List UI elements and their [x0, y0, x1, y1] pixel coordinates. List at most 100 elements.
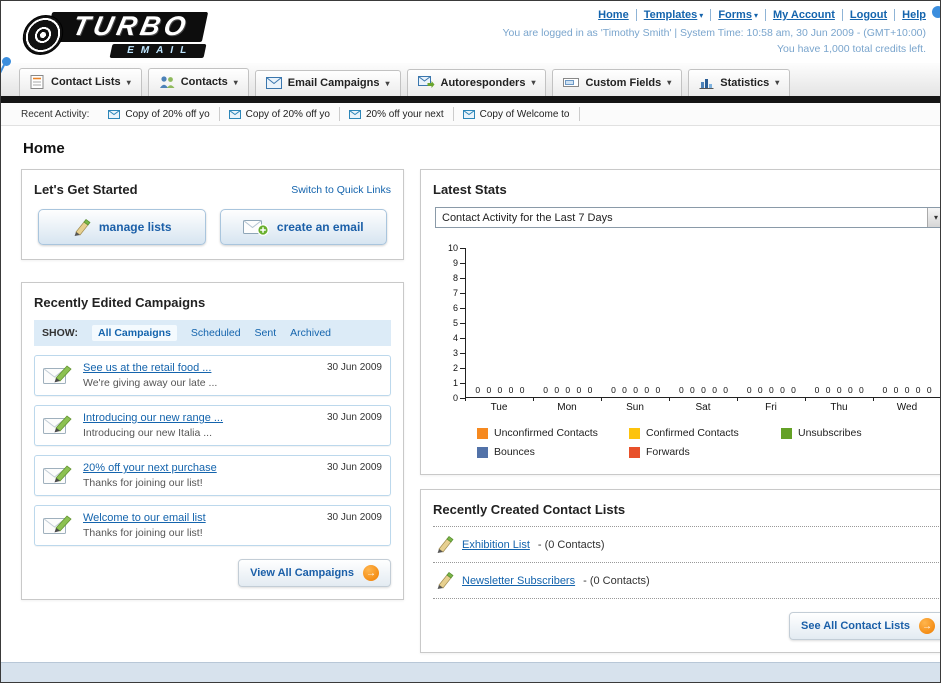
chart-plot-area: 0 0 0 0 0 0 0 0 0 0 0 0 0 0 0 0 0 0 0 0 0 0 …	[465, 248, 940, 398]
nav-item-templates: Templates ▾	[636, 9, 712, 21]
mail-small-icon	[462, 109, 475, 119]
envelope-plus-icon	[242, 219, 269, 236]
arrow-right-icon: →	[919, 618, 935, 634]
contact-list-link[interactable]: Exhibition List	[462, 539, 530, 551]
campaign-row[interactable]: 20% off your next purchase Thanks for joi…	[34, 455, 391, 496]
campaign-subtitle: Introducing our new Italia ...	[83, 427, 212, 439]
legend-item-forwards: Forwards	[629, 446, 781, 458]
create-email-button[interactable]: create an email	[219, 209, 387, 245]
recent-activity-item[interactable]: Copy of 20% off yo	[99, 107, 220, 121]
mail-small-icon	[108, 109, 121, 119]
campaigns-panel: Recently Edited Campaigns SHOW: All Camp…	[21, 282, 404, 600]
turbo-email-logo[interactable]: TURBO EMAIL	[20, 6, 209, 63]
right-column: Latest Stats Contact Activity for the La…	[420, 169, 940, 653]
campaign-text: Introducing our new range ... Introducing…	[83, 412, 313, 439]
campaigns-title: Recently Edited Campaigns	[34, 295, 206, 310]
nav-item-help: Help	[895, 9, 926, 21]
campaign-list: See us at the retail food ... We're givin…	[34, 355, 391, 546]
campaign-title-link[interactable]: See us at the retail food ...	[83, 362, 313, 374]
left-column: Let's Get Started Switch to Quick Links …	[21, 169, 404, 600]
campaign-row[interactable]: Introducing our new range ... Introducing…	[34, 405, 391, 446]
view-all-campaigns-label: View All Campaigns	[250, 567, 354, 579]
recent-activity-item-label: Copy of 20% off yo	[125, 108, 210, 120]
chart-value-labels: 0 0 0 0 0	[882, 385, 932, 395]
header-right: Home Templates ▾ Forms ▾ My Account Logout Help…	[502, 6, 926, 63]
tab-label: Statistics	[720, 76, 770, 89]
pencil-icon	[435, 536, 454, 553]
view-all-campaigns-button[interactable]: View All Campaigns →	[238, 559, 391, 587]
tab-statistics[interactable]: Statistics ▾	[688, 69, 791, 96]
autoresponders-icon	[417, 76, 435, 89]
campaign-filter-bar: SHOW: All Campaigns Scheduled Sent Archived	[34, 320, 391, 346]
recent-activity-item[interactable]: Copy of Welcome to	[454, 107, 580, 121]
create-email-label: create an email	[276, 220, 364, 234]
x-tick-mark	[737, 398, 738, 401]
chevron-down-icon[interactable]: ▾	[927, 208, 940, 227]
nav-link-templates[interactable]: Templates	[644, 9, 698, 21]
nav-link-help[interactable]: Help	[902, 9, 926, 21]
campaign-row[interactable]: Welcome to our email list Thanks for join…	[34, 505, 391, 546]
arrow-glyph: →	[922, 620, 932, 632]
see-all-contact-lists-button[interactable]: See All Contact Lists →	[788, 612, 940, 640]
nav-link-logout[interactable]: Logout	[850, 9, 887, 21]
campaign-date: 30 Jun 2009	[326, 412, 382, 423]
contact-list-link[interactable]: Newsletter Subscribers	[462, 575, 575, 587]
nav-item-forms: Forms ▾	[711, 9, 766, 21]
filter-all-campaigns[interactable]: All Campaigns	[91, 325, 177, 341]
x-axis-label: Fri	[765, 402, 777, 413]
filter-archived[interactable]: Archived	[290, 327, 331, 339]
x-axis-label: Sun	[626, 402, 644, 413]
filter-sent[interactable]: Sent	[255, 327, 277, 339]
campaign-title-link[interactable]: Introducing our new range ...	[83, 412, 313, 424]
credits-status: You have 1,000 total credits left.	[776, 43, 926, 56]
legend-swatch	[629, 446, 640, 458]
campaign-title-link[interactable]: 20% off your next purchase	[83, 462, 313, 474]
tab-contact-lists[interactable]: Contact Lists ▾	[19, 68, 142, 96]
recent-activity-item[interactable]: Copy of 20% off yo	[220, 107, 340, 121]
chart-bar-group: 0 0 0 0 0	[873, 248, 940, 397]
tab-custom-fields[interactable]: Custom Fields ▾	[552, 69, 683, 96]
arrow-right-icon: →	[363, 565, 379, 581]
get-started-panel: Let's Get Started Switch to Quick Links …	[21, 169, 404, 260]
recent-activity-item-label: 20% off your next	[365, 108, 444, 120]
latest-stats-panel: Latest Stats Contact Activity for the La…	[420, 169, 940, 475]
page-title: Home	[23, 140, 65, 157]
nav-link-forms[interactable]: Forms	[718, 9, 752, 21]
tab-label: Contact Lists	[51, 76, 121, 88]
y-tick-label: 2	[452, 363, 458, 373]
filter-scheduled[interactable]: Scheduled	[191, 327, 241, 339]
legend-label: Forwards	[646, 446, 690, 458]
recent-activity-item-label: Copy of Welcome to	[479, 108, 570, 120]
x-tick-mark	[601, 398, 602, 401]
switch-quick-links-link[interactable]: Switch to Quick Links	[291, 184, 391, 196]
recent-activity-item[interactable]: 20% off your next	[340, 107, 454, 121]
x-axis-label: Mon	[557, 402, 577, 413]
latest-stats-title: Latest Stats	[433, 182, 507, 197]
nav-item-logout: Logout	[842, 9, 896, 21]
chart-bar-group: 0 0 0 0 0	[805, 248, 873, 397]
contact-list-count: - (0 Contacts)	[583, 574, 650, 587]
chart-x-axis: Tue Mon Sun Sat Fri Thu Wed	[465, 398, 940, 415]
envelope-pencil-icon	[43, 413, 75, 437]
tab-contacts[interactable]: Contacts ▾	[147, 68, 249, 96]
tab-email-campaigns[interactable]: Email Campaigns ▾	[254, 70, 401, 96]
chevron-down-icon: ▾	[233, 77, 238, 87]
tab-autoresponders[interactable]: Autoresponders ▾	[406, 69, 547, 96]
chevron-down-icon: ▾	[126, 77, 131, 87]
nav-link-home[interactable]: Home	[598, 9, 629, 21]
chart-bar-group: 0 0 0 0 0	[602, 248, 670, 397]
campaign-title-link[interactable]: Welcome to our email list	[83, 512, 313, 524]
y-tick-label: 3	[452, 348, 458, 358]
contact-list-item[interactable]: Exhibition List - (0 Contacts)	[433, 527, 940, 563]
stats-period-dropdown[interactable]: Contact Activity for the Last 7 Days ▾	[435, 207, 940, 228]
campaign-row[interactable]: See us at the retail food ... We're givin…	[34, 355, 391, 396]
contact-lists-panel: Recently Created Contact Lists Exhibitio…	[420, 489, 940, 653]
campaign-subtitle: Thanks for joining our list!	[83, 527, 203, 539]
contact-list-item[interactable]: Newsletter Subscribers - (0 Contacts)	[433, 563, 940, 599]
envelope-pencil-icon	[43, 513, 75, 537]
manage-lists-button[interactable]: manage lists	[38, 209, 206, 245]
y-tick-label: 9	[452, 258, 458, 268]
contacts-icon	[159, 75, 175, 89]
login-status: You are logged in as 'Timothy Smith' | S…	[502, 27, 926, 39]
nav-link-my-account[interactable]: My Account	[773, 9, 835, 21]
